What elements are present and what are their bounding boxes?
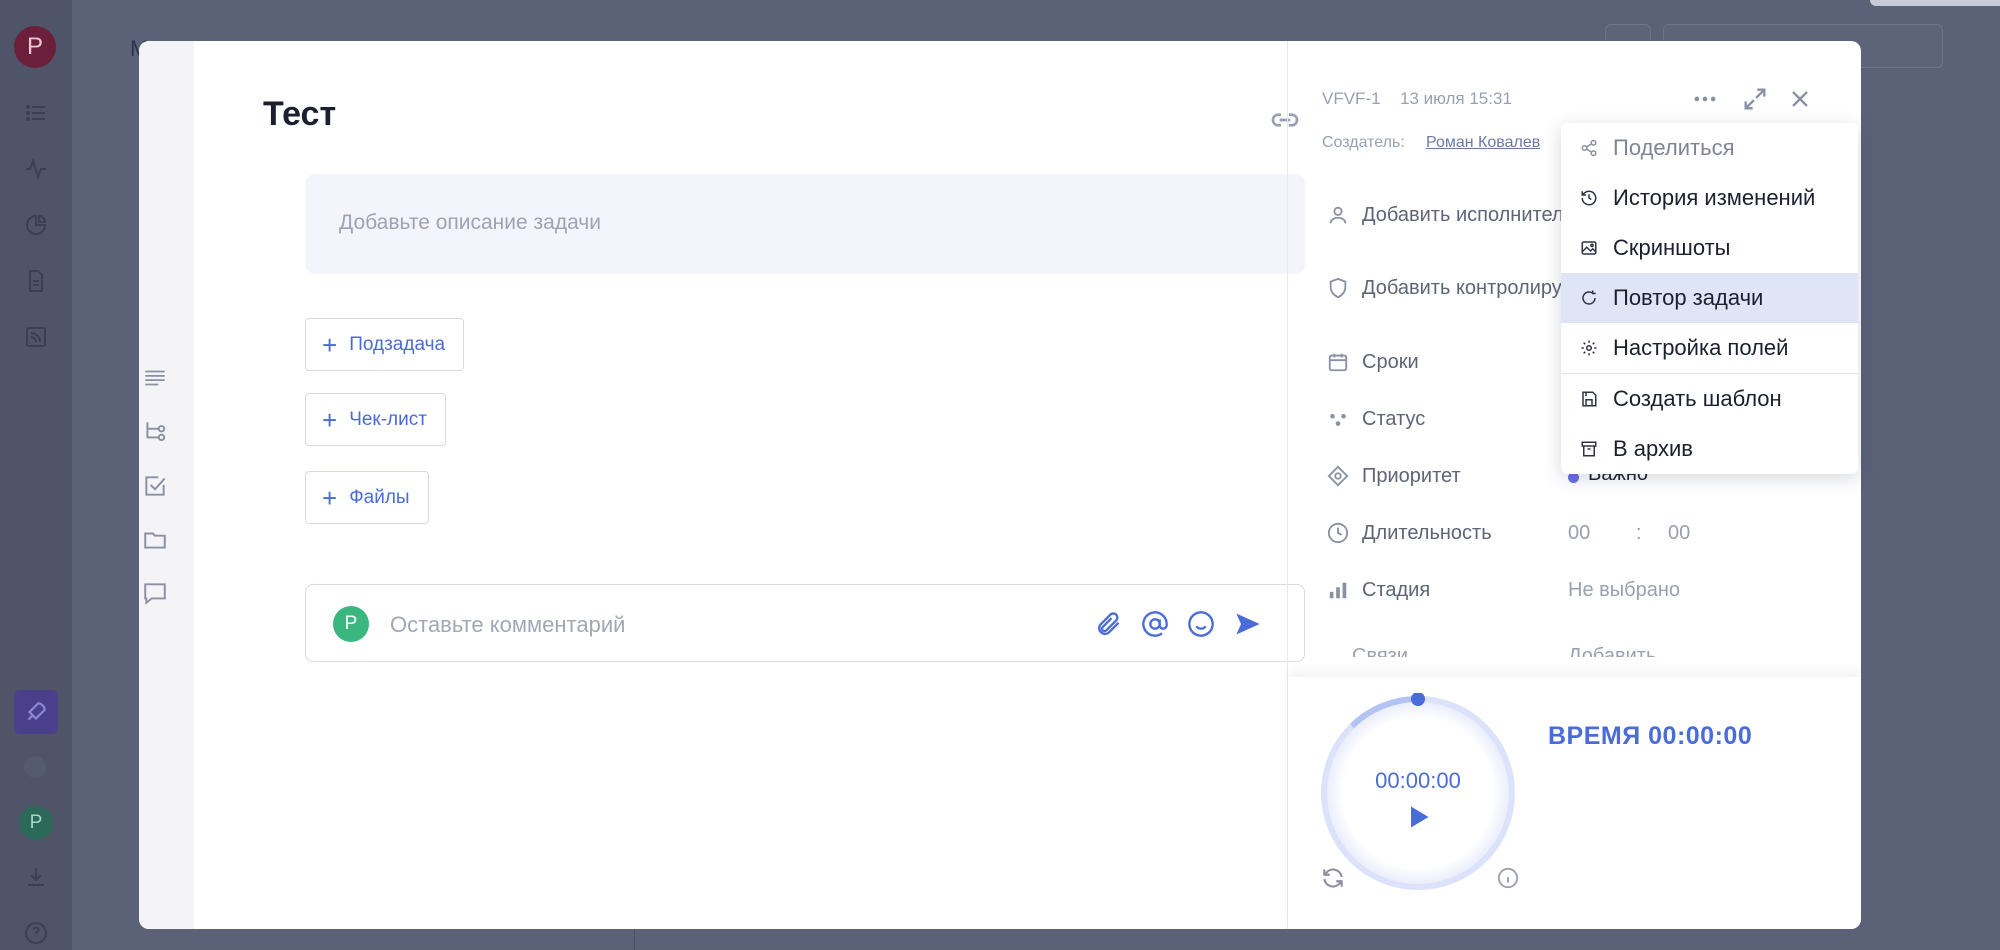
menu-item-create-template[interactable]: Создать шаблон [1561, 374, 1858, 424]
menu-label-create-template: Создать шаблон [1613, 386, 1782, 411]
menu-label-archive: В архив [1613, 436, 1693, 461]
creator-label: Создатель: [1322, 134, 1405, 151]
task-main-area: Тест Добавьте описание задачи + Подзадач… [194, 41, 1305, 929]
task-created-date: 13 июля 15:31 [1400, 89, 1512, 108]
status-field[interactable]: Статус [1326, 407, 1425, 431]
help-icon [23, 920, 49, 946]
stage-value[interactable]: Не выбрано [1568, 579, 1680, 602]
share-icon [1579, 138, 1599, 158]
checklist-icon[interactable] [141, 472, 169, 500]
stage-field[interactable]: Стадия [1326, 578, 1430, 602]
status-icon [1326, 407, 1350, 431]
status-label: Статус [1362, 407, 1426, 430]
attach-icon[interactable] [1094, 610, 1122, 638]
repeat-icon [1579, 288, 1599, 308]
emoji-icon[interactable] [1187, 610, 1215, 638]
menu-item-field-settings[interactable]: Настройка полей [1561, 323, 1858, 373]
activity-icon [23, 156, 49, 182]
duration-field: Длительность [1326, 521, 1492, 545]
rocket-icon [14, 690, 58, 734]
menu-item-history[interactable]: История изменений [1561, 173, 1858, 223]
expand-icon[interactable] [1741, 85, 1769, 113]
duration-hours-input[interactable]: 00 [1568, 522, 1590, 545]
calendar-icon [1326, 350, 1350, 374]
screenshot-icon [1579, 238, 1599, 258]
gear-icon [1579, 338, 1599, 358]
menu-item-archive[interactable]: В архив [1561, 424, 1858, 474]
info-icon[interactable] [1497, 867, 1519, 889]
description-field[interactable]: Добавьте описание задачи [305, 174, 1305, 274]
comment-placeholder: Оставьте комментарий [390, 612, 626, 637]
folder-icon[interactable] [141, 526, 169, 554]
archive-icon [1579, 439, 1599, 459]
timer-clock: 00:00:00 [1375, 768, 1461, 793]
task-id: VFVF-1 [1322, 89, 1381, 108]
comment-box[interactable]: P Оставьте комментарий [305, 584, 1305, 662]
clock-icon [1326, 521, 1350, 545]
task-title[interactable]: Тест [263, 95, 336, 134]
assignee-label: Добавить исполнителя [1362, 203, 1575, 226]
play-icon[interactable] [1404, 803, 1432, 831]
bell-icon [24, 756, 46, 778]
user-icon [1326, 203, 1350, 227]
save-icon [1579, 389, 1599, 409]
priority-label: Приоритет [1362, 464, 1461, 487]
timer-label: ВРЕМЯ 00:00:00 [1548, 722, 1753, 750]
priority-field[interactable]: Приоритет [1326, 464, 1461, 488]
download-icon [23, 864, 49, 890]
duration-label: Длительность [1362, 521, 1492, 544]
add-subtask-label: Подзадача [349, 333, 446, 355]
shield-icon [1326, 276, 1350, 300]
menu-label-repeat: Повтор задачи [1613, 285, 1764, 310]
deadlines-field[interactable]: Сроки [1326, 350, 1419, 374]
timer-section: 00:00:00 ВРЕМЯ 00:00:00 [1288, 677, 1861, 929]
reset-icon[interactable] [1320, 865, 1346, 891]
links-field-partial[interactable]: Связи Добавить [1322, 635, 1842, 657]
subtask-tree-icon[interactable] [141, 418, 169, 446]
priority-icon [1326, 464, 1350, 488]
menu-label-history: История изменений [1613, 185, 1816, 210]
deadlines-label: Сроки [1362, 350, 1419, 373]
add-checklist-button[interactable]: + Чек-лист [305, 393, 446, 446]
menu-item-screenshots[interactable]: Скриншоты [1561, 223, 1858, 273]
comments-icon[interactable] [141, 579, 169, 607]
creator-link[interactable]: Роман Ковалев [1426, 134, 1540, 152]
menu-label-screenshots: Скриншоты [1613, 235, 1731, 260]
stage-label: Стадия [1362, 578, 1431, 601]
menu-label-share: Поделиться [1613, 135, 1735, 160]
menu-label-field-settings: Настройка полей [1613, 335, 1789, 360]
menu-item-repeat[interactable]: Повтор задачи [1561, 273, 1858, 323]
pie-chart-icon [23, 212, 49, 238]
background-corner-panel [1870, 0, 2000, 6]
list-icon [23, 100, 49, 126]
background-profile-avatar: P [19, 806, 53, 840]
close-icon[interactable] [1786, 85, 1814, 113]
links-label: Связи [1352, 645, 1409, 657]
add-files-label: Файлы [349, 486, 410, 508]
mention-icon[interactable] [1141, 610, 1169, 638]
duration-minutes-input[interactable]: 00 [1668, 522, 1690, 545]
description-placeholder: Добавьте описание задачи [339, 211, 601, 234]
more-icon[interactable] [1691, 85, 1719, 113]
plus-icon: + [322, 404, 338, 435]
background-user-avatar: P [14, 26, 56, 68]
send-icon[interactable] [1234, 610, 1262, 638]
feed-icon [23, 324, 49, 350]
bar-chart-icon [1326, 578, 1350, 602]
assignee-field[interactable]: Добавить исполнителя [1326, 203, 1574, 227]
text-lines-icon[interactable] [141, 364, 169, 392]
comment-avatar: P [333, 606, 369, 642]
history-icon [1579, 188, 1599, 208]
duration-separator: : [1636, 522, 1642, 544]
add-subtask-button[interactable]: + Подзадача [305, 318, 465, 371]
plus-icon: + [322, 482, 338, 513]
task-actions-menu: Поделиться История изменений Скриншоты П… [1561, 123, 1858, 474]
menu-item-share[interactable]: Поделиться [1561, 123, 1858, 173]
background-divider [634, 930, 635, 950]
plus-icon: + [322, 329, 338, 360]
add-checklist-label: Чек-лист [349, 408, 427, 430]
document-icon [23, 268, 49, 294]
add-files-button[interactable]: + Файлы [305, 471, 429, 524]
links-value: Добавить [1568, 645, 1657, 657]
